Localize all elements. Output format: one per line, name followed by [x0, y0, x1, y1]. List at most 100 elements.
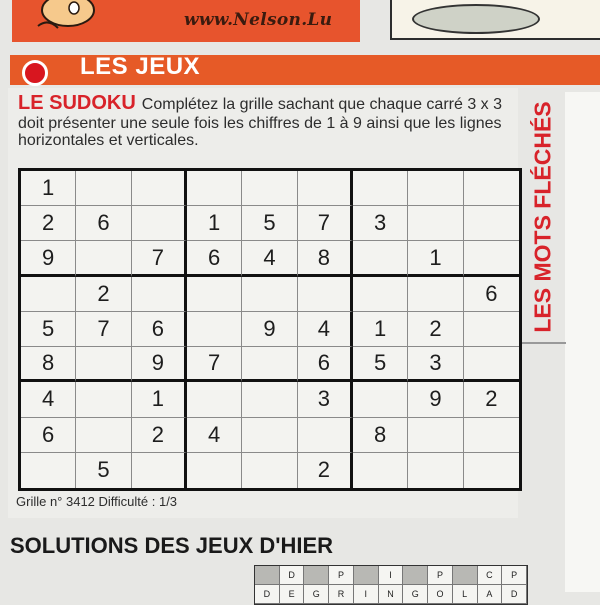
- solutions-crossword-grid: DPIPCPDEGRINGOLAD: [254, 565, 528, 605]
- sudoku-cell: 4: [242, 241, 298, 277]
- solution-cell: I: [378, 566, 404, 585]
- sudoku-cell: 1: [352, 311, 409, 348]
- sudoku-cell: 1: [186, 206, 243, 242]
- solution-cell: A: [477, 585, 503, 604]
- sudoku-cell: 2: [131, 417, 187, 453]
- solution-cell: D: [279, 566, 305, 585]
- solution-cell: N: [378, 585, 404, 604]
- sudoku-cell: 5: [242, 206, 298, 242]
- sudoku-cell: [131, 171, 187, 207]
- sudoku-cell: 6: [21, 417, 77, 453]
- sudoku-cell: [242, 382, 298, 418]
- sudoku-cell: 2: [463, 382, 519, 418]
- sudoku-cell: 5: [21, 311, 77, 348]
- sudoku-cell: [463, 241, 519, 277]
- sudoku-cell: [242, 417, 298, 453]
- sudoku-cell: [131, 276, 187, 312]
- sudoku-cell: [242, 276, 298, 312]
- sudoku-cell: 2: [298, 452, 353, 488]
- sidebar-divider: [520, 342, 566, 344]
- sudoku-cell: 2: [21, 206, 77, 242]
- sudoku-cell: 4: [186, 417, 243, 453]
- sudoku-cell: 7: [297, 206, 353, 242]
- solution-cell: P: [428, 566, 453, 585]
- solution-cell: C: [477, 566, 503, 585]
- sudoku-cell: 3: [408, 347, 464, 383]
- sudoku-cell: 9: [242, 311, 298, 348]
- solution-cell: O: [428, 585, 453, 604]
- sudoku-cell: [187, 452, 243, 488]
- sudoku-cell: 1: [408, 241, 464, 277]
- solution-cell: [353, 566, 379, 585]
- sudoku-cell: [131, 206, 187, 242]
- sudoku-cell: [186, 276, 243, 312]
- sudoku-cell: [242, 171, 298, 207]
- sudoku-cell: [408, 417, 464, 453]
- solutions-title: SOLUTIONS DES JEUX D'HIER: [10, 533, 334, 558]
- red-dot-icon: [22, 60, 48, 86]
- solution-cell: D: [502, 585, 527, 604]
- solution-cell: E: [279, 585, 305, 604]
- sidebar-title-label: LES MOTS FLÉCHÉS: [529, 101, 556, 333]
- sudoku-cell: 8: [21, 347, 77, 383]
- sudoku-cell: 3: [297, 382, 353, 418]
- solution-cell: [403, 566, 429, 585]
- sudoku-grid: 126157397648126576941289765341392624852: [18, 168, 522, 491]
- sudoku-cell: 8: [297, 241, 353, 277]
- top-banner: www.Nelson.Lu: [12, 0, 360, 42]
- sudoku-cell: 6: [463, 277, 519, 312]
- sudoku-cell: [242, 452, 298, 488]
- solution-cell: L: [452, 585, 478, 604]
- sudoku-cell: [352, 241, 409, 277]
- sudoku-cell: [353, 452, 409, 488]
- sudoku-cell: [408, 171, 464, 207]
- solution-cell: R: [329, 585, 354, 604]
- sudoku-cell: [76, 347, 132, 383]
- sidebar-crossword-area: [565, 92, 600, 592]
- sudoku-cell: [76, 417, 132, 453]
- sudoku-cell: 7: [131, 241, 187, 277]
- sudoku-kicker: LE SUDOKU: [18, 92, 136, 114]
- sudoku-cell: 5: [76, 452, 132, 488]
- sudoku-cell: 4: [297, 311, 353, 348]
- sudoku-cell: [21, 276, 77, 312]
- cartoon-plate-illustration: [412, 4, 540, 34]
- sudoku-cell: [464, 453, 519, 488]
- sudoku-cell: [352, 382, 409, 418]
- sudoku-cell: [408, 452, 464, 488]
- sudoku-cell: 7: [186, 347, 243, 383]
- solution-cell: G: [403, 585, 429, 604]
- sudoku-cell: [463, 206, 519, 242]
- sudoku-cell: [297, 417, 353, 453]
- solution-cell: P: [329, 566, 354, 585]
- sudoku-cell: [408, 206, 464, 242]
- sudoku-cell: 1: [131, 382, 187, 418]
- sudoku-cell: [186, 311, 243, 348]
- sudoku-cell: [463, 312, 519, 348]
- sudoku-cell: 9: [408, 382, 464, 418]
- sudoku-cell: [297, 276, 353, 312]
- solution-cell: [255, 566, 280, 585]
- sidebar-title: LES MOTS FLÉCHÉS: [520, 92, 566, 342]
- masthead-url: www.Nelson.Lu: [184, 10, 333, 30]
- sudoku-cell: [352, 276, 409, 312]
- sudoku-cell: [463, 418, 519, 453]
- sudoku-cell: [186, 171, 243, 207]
- sudoku-cell: 9: [21, 241, 77, 277]
- solution-cell: G: [304, 585, 330, 604]
- solution-cell: P: [502, 566, 527, 585]
- sudoku-cell: [186, 382, 243, 418]
- sudoku-cell: 2: [408, 311, 464, 348]
- section-title: LES JEUX: [80, 53, 201, 80]
- sudoku-cell: [132, 452, 187, 488]
- sudoku-intro: LE SUDOKU Complétez la grille sachant que…: [18, 92, 514, 149]
- sudoku-cell: 4: [21, 382, 77, 418]
- sudoku-cell: 3: [352, 206, 409, 242]
- solution-cell: D: [255, 585, 280, 604]
- sudoku-cell: [21, 452, 77, 488]
- sudoku-cell: 6: [131, 311, 187, 348]
- sudoku-cell: [76, 241, 132, 277]
- solution-cell: [304, 566, 330, 585]
- sudoku-cell: [76, 382, 132, 418]
- sudoku-cell: [297, 171, 353, 207]
